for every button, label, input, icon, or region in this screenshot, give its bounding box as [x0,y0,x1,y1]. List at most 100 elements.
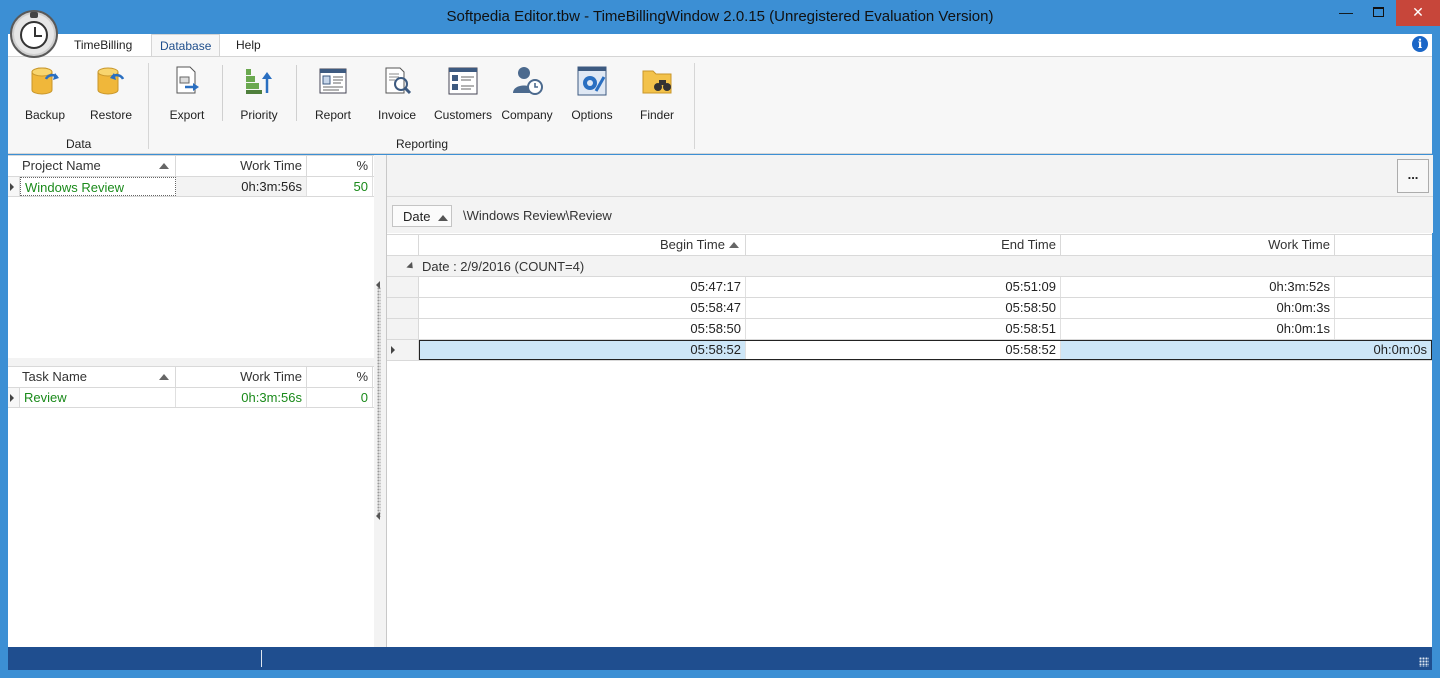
expand-collapse-icon[interactable] [406,261,416,272]
column-label: Project Name [22,158,101,173]
row-indicator-cell [8,388,20,407]
menu-database[interactable]: Database [151,34,221,57]
company-button[interactable]: Company [496,65,558,122]
backup-button[interactable]: Backup [14,65,76,122]
invoice-icon [381,65,413,97]
group-row-label: Date : 2/9/2016 (COUNT=4) [422,259,585,274]
restore-label: Restore [89,108,133,122]
more-options-button[interactable]: ... [1397,159,1429,193]
priority-label: Priority [240,108,278,122]
detail-pane: ... Date \Windows Review\Review Begin Ti… [386,155,1433,647]
info-icon[interactable]: i [1412,36,1428,52]
sort-ascending-icon [729,242,739,248]
table-row[interactable]: Review 0h:3m:56s 0 [8,388,374,408]
column-work-time[interactable]: Work Time [176,156,307,177]
horizontal-splitter[interactable] [8,358,374,366]
row-indicator-cell [387,319,419,339]
begin-time-cell[interactable]: 05:47:17 [419,277,746,297]
restore-button[interactable]: Restore [80,65,142,122]
title-bar[interactable]: Softpedia Editor.tbw - TimeBillingWindow… [0,0,1440,34]
end-time-cell[interactable]: 05:58:51 [746,319,1061,339]
customers-icon [447,65,479,97]
projects-header: Project Name Work Time % [8,155,374,177]
finder-icon [641,65,673,97]
ribbon: Backup Restore Export Priority Report In… [8,56,1432,154]
work-time-cell[interactable]: 0h:0m:1s [1061,319,1335,339]
window-title: Softpedia Editor.tbw - TimeBillingWindow… [446,8,994,25]
column-project-name[interactable]: Project Name [8,156,176,177]
invoice-button[interactable]: Invoice [366,65,428,122]
sort-ascending-icon [438,214,449,221]
left-pane: Project Name Work Time % Windows Review … [8,155,374,647]
app-window: Softpedia Editor.tbw - TimeBillingWindow… [0,0,1440,678]
begin-time-cell[interactable]: 05:58:50 [419,319,746,339]
group-chip-label: Date [403,209,431,224]
group-row[interactable]: Date : 2/9/2016 (COUNT=4) [387,256,1432,277]
resize-grip-icon[interactable] [1419,657,1429,667]
group-by-date-chip[interactable]: Date [392,205,452,227]
finder-button[interactable]: Finder [626,65,688,122]
report-icon [317,65,349,97]
report-button[interactable]: Report [302,65,364,122]
project-percent-cell[interactable]: 50 [307,177,373,196]
column-end-time[interactable]: End Time [746,235,1061,256]
time-entries-grid: Begin Time End Time Work Time Date : 2/9… [387,234,1432,361]
menu-help[interactable]: Help [236,38,261,52]
table-row[interactable]: 05:58:50 05:58:51 0h:0m:1s [387,319,1432,340]
invoice-label: Invoice [377,108,417,122]
menu-timebilling[interactable]: TimeBilling [74,38,132,52]
end-time-cell[interactable]: 05:58:50 [746,298,1061,318]
begin-time-cell[interactable]: 05:58:47 [419,298,746,318]
work-time-cell[interactable]: 0h:0m:3s [1061,298,1335,318]
table-row[interactable]: Windows Review 0h:3m:56s 50 [8,177,374,197]
export-button[interactable]: Export [156,65,218,122]
minimize-button[interactable]: — [1332,0,1360,26]
customers-button[interactable]: Customers [432,65,494,122]
end-time-cell[interactable]: 05:58:52 [746,340,1061,360]
maximize-button[interactable] [1364,0,1392,26]
customers-label: Customers [433,108,492,122]
selected-table-row[interactable]: 05:58:52 05:58:52 0h:0m:0s [387,340,1432,361]
stopwatch-logo-icon[interactable] [10,10,58,58]
work-time-cell[interactable]: 0h:0m:0s [1061,340,1432,360]
column-begin-time[interactable]: Begin Time [419,235,746,256]
begin-time-cell[interactable]: 05:58:52 [419,340,746,360]
ribbon-separator [296,65,297,121]
table-row[interactable]: 05:47:17 05:51:09 0h:3m:52s [387,277,1432,298]
priority-button[interactable]: Priority [228,65,290,122]
row-indicator-cell [387,340,419,360]
stopwatch-face [20,21,48,49]
project-work-time-cell[interactable]: 0h:3m:56s [176,177,307,196]
close-button[interactable]: ✕ [1396,0,1440,26]
vertical-splitter[interactable] [374,155,385,647]
task-work-time-cell[interactable]: 0h:3m:56s [176,388,307,407]
status-bar [8,647,1432,670]
end-time-cell[interactable]: 05:51:09 [746,277,1061,297]
splitter-grip[interactable] [377,287,381,517]
detail-toolbar: ... [387,155,1433,197]
work-time-cell[interactable]: 0h:3m:52s [1061,277,1335,297]
task-percent-cell[interactable]: 0 [307,388,373,407]
projects-grid: Project Name Work Time % Windows Review … [8,155,374,358]
group-label-reporting: Reporting [396,137,449,151]
project-name-cell[interactable]: Windows Review [20,177,176,196]
sort-ascending-icon [159,374,169,380]
table-row[interactable]: 05:58:47 05:58:50 0h:0m:3s [387,298,1432,319]
breadcrumb-path: \Windows Review\Review [463,208,612,223]
column-work-time[interactable]: Work Time [1061,235,1335,256]
column-label: Begin Time [659,237,725,252]
header-gutter [387,235,419,256]
column-percent[interactable]: % [307,156,373,177]
window-bottom-border [0,670,1440,678]
column-work-time[interactable]: Work Time [176,367,307,388]
options-button[interactable]: Options [561,65,623,122]
collapse-left-icon[interactable] [376,512,380,520]
row-indicator-cell [387,277,419,297]
column-percent[interactable]: % [307,367,373,388]
task-name-cell[interactable]: Review [20,388,176,407]
column-task-name[interactable]: Task Name [8,367,176,388]
options-icon [576,65,608,97]
database-restore-icon [95,65,127,97]
menu-bar: TimeBilling Database Help i [8,34,1432,57]
sort-ascending-icon [159,163,169,169]
